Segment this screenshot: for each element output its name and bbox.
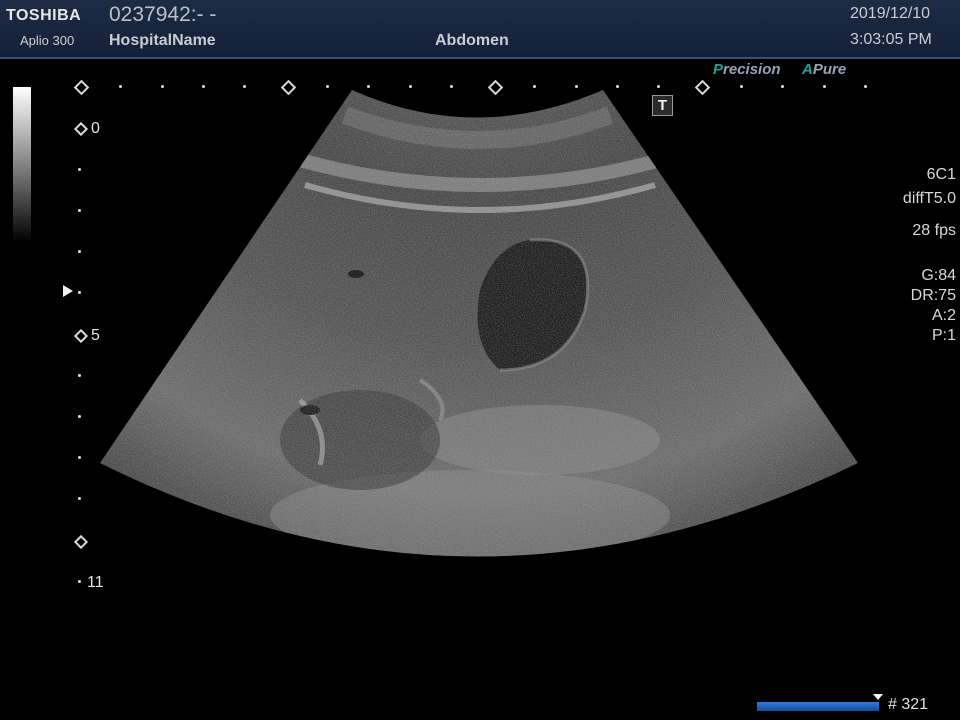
p-param-label: P:1 xyxy=(931,327,956,344)
t-orientation-icon[interactable]: T xyxy=(652,95,673,116)
apure-initial: A xyxy=(802,61,813,78)
depth-dot xyxy=(78,580,81,583)
model-name: Aplio 300 xyxy=(20,33,75,48)
scale-dot xyxy=(616,85,619,88)
precision-badge: Precision xyxy=(713,61,781,78)
apure-badge: APure xyxy=(802,61,846,78)
dynamic-range-label: DR:75 xyxy=(910,287,956,304)
scale-dot xyxy=(450,85,453,88)
grayscale-bar xyxy=(13,87,31,242)
depth-dot xyxy=(78,168,81,171)
scale-dot xyxy=(533,85,536,88)
depth-dot xyxy=(78,250,81,253)
exam-time: 3:03:05 PM xyxy=(850,31,932,48)
depth-label-mid: 5 xyxy=(91,327,100,344)
scale-dot xyxy=(202,85,205,88)
gain-label: G:84 xyxy=(921,267,956,284)
a-param-label: A:2 xyxy=(931,307,956,324)
depth-label-top: 0 xyxy=(91,120,100,137)
frame-number: # 321 xyxy=(888,696,929,713)
depth-dot xyxy=(78,374,81,377)
exam-preset: Abdomen xyxy=(435,32,509,49)
probe-label: 6C1 xyxy=(926,166,956,183)
cine-position-marker-icon[interactable] xyxy=(873,694,883,700)
exam-date: 2019/12/10 xyxy=(850,5,931,22)
scale-dot xyxy=(326,85,329,88)
precision-rest: recision xyxy=(723,61,781,78)
brand-logo: TOSHIBA xyxy=(6,7,82,24)
depth-dot xyxy=(78,291,81,294)
apure-rest: Pure xyxy=(812,61,847,78)
depth-dot xyxy=(78,415,81,418)
hospital-name: HospitalName xyxy=(109,32,216,49)
patient-id: 0237942:- - xyxy=(109,3,217,26)
scale-dot xyxy=(657,85,660,88)
depth-label-bottom: 11 xyxy=(87,574,104,591)
scale-dot xyxy=(161,85,164,88)
fps-label: 28 fps xyxy=(912,222,956,239)
scale-dot xyxy=(781,85,784,88)
scale-dot xyxy=(864,85,867,88)
focus-marker-icon[interactable] xyxy=(63,285,73,297)
scale-dot xyxy=(119,85,122,88)
ultrasound-image xyxy=(100,90,858,557)
depth-dot xyxy=(78,209,81,212)
scale-dot xyxy=(243,85,246,88)
precision-initial: P xyxy=(713,61,724,78)
depth-dot xyxy=(78,497,81,500)
cine-progress-bar[interactable] xyxy=(757,702,879,711)
scale-dot xyxy=(740,85,743,88)
scale-dot xyxy=(367,85,370,88)
scale-dot xyxy=(575,85,578,88)
depth-dot xyxy=(78,456,81,459)
scale-dot xyxy=(409,85,412,88)
mode-label: diffT5.0 xyxy=(902,190,956,207)
header-bar: TOSHIBA Aplio 300 0237942:- - HospitalNa… xyxy=(0,0,960,59)
scale-dot xyxy=(823,85,826,88)
